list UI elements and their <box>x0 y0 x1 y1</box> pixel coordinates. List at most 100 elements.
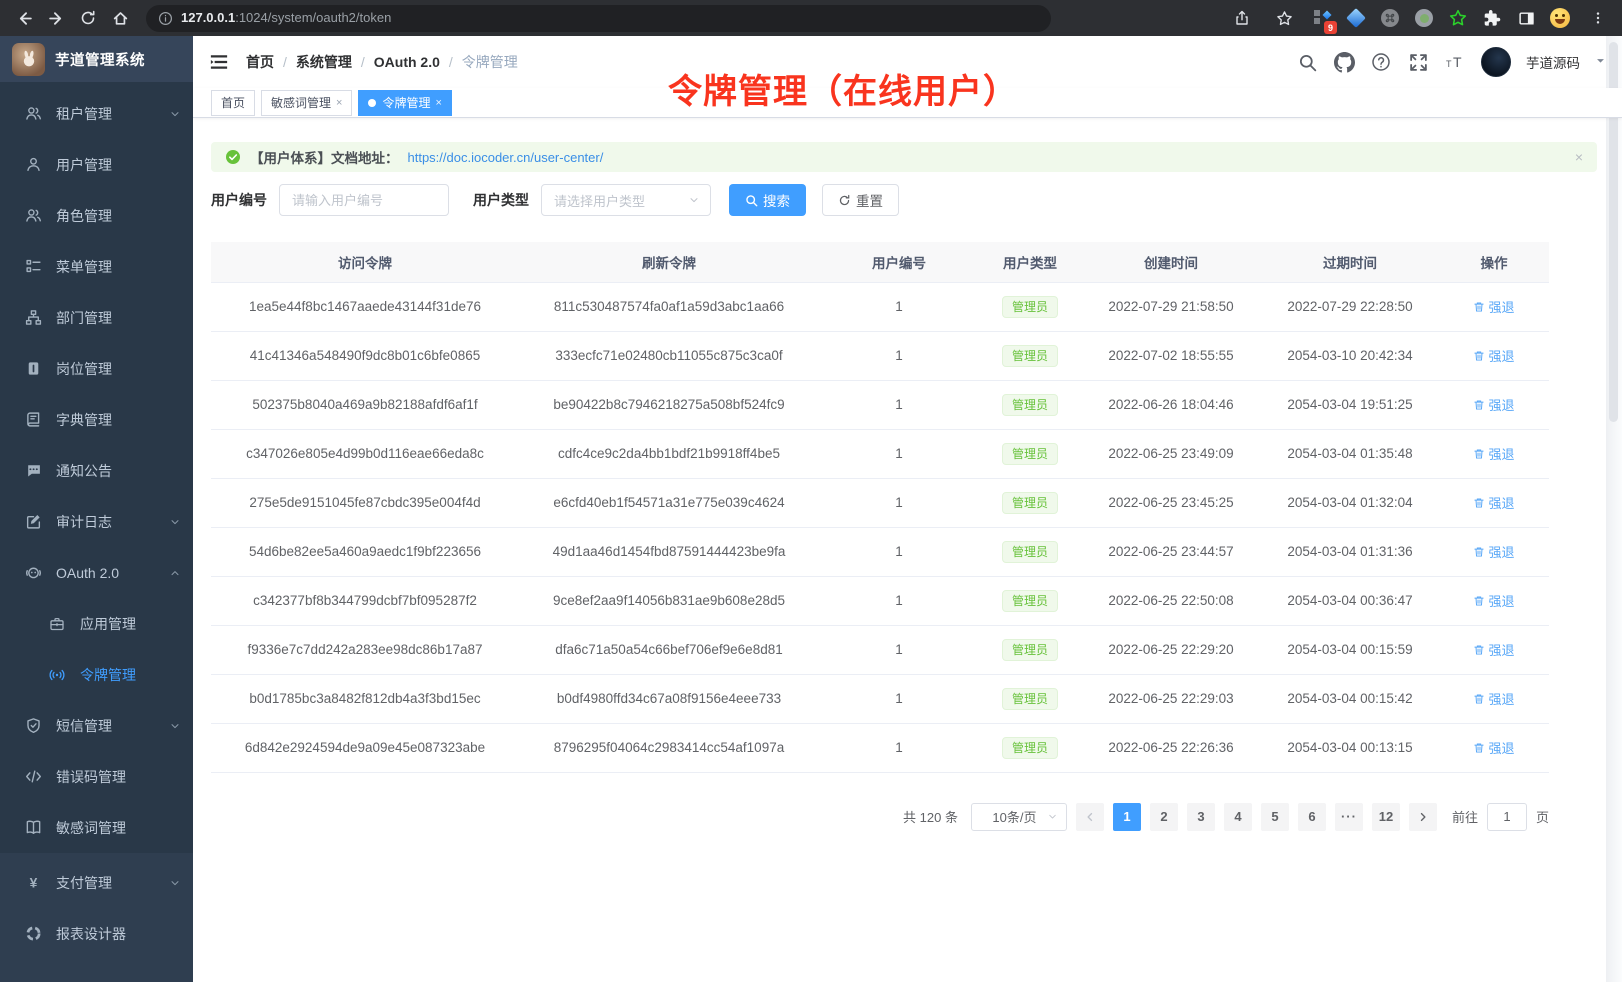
sidebar-item-user[interactable]: 用户管理 <box>0 139 193 190</box>
role-icon <box>24 207 42 225</box>
page-scrollbar[interactable] <box>1606 36 1622 982</box>
doc-link[interactable]: https://doc.iocoder.cn/user-center/ <box>408 150 604 165</box>
forward-icon[interactable] <box>42 4 70 32</box>
sidebar-item-post[interactable]: 岗位管理 <box>0 343 193 394</box>
side-panel-icon[interactable] <box>1516 8 1536 28</box>
user-avatar[interactable] <box>1481 47 1511 77</box>
sidebar-item-error-code[interactable]: 错误码管理 <box>0 751 193 802</box>
prev-page-button[interactable] <box>1076 803 1104 831</box>
sidebar-item-sensitive-word[interactable]: 敏感词管理 <box>0 802 193 853</box>
breadcrumb: 首页 / 系统管理 / OAuth 2.0 / 令牌管理 <box>246 52 518 72</box>
page-button-1[interactable]: 1 <box>1113 803 1141 831</box>
reload-icon[interactable] <box>74 4 102 32</box>
reset-button[interactable]: 重置 <box>822 184 899 216</box>
user-type-tag: 管理员 <box>1002 541 1058 563</box>
page-button-3[interactable]: 3 <box>1187 803 1215 831</box>
search-button[interactable]: 搜索 <box>729 184 806 216</box>
announcement-icon <box>24 462 42 480</box>
col-refresh-token: 刷新令牌 <box>519 242 819 282</box>
user-type-tag: 管理员 <box>1002 639 1058 661</box>
page-button-2[interactable]: 2 <box>1150 803 1178 831</box>
sidebar-item-menu[interactable]: 菜单管理 <box>0 241 193 292</box>
user-id-input[interactable] <box>279 184 449 216</box>
breadcrumb-home[interactable]: 首页 <box>246 52 274 72</box>
force-logout-button[interactable]: 强退 <box>1473 444 1514 463</box>
user-type-tag: 管理员 <box>1002 394 1058 416</box>
tab-sensitive-word[interactable]: 敏感词管理× <box>261 90 352 116</box>
app-logo[interactable]: 芋道管理系统 <box>0 36 193 82</box>
back-icon[interactable] <box>10 4 38 32</box>
sidebar-item-department[interactable]: 部门管理 <box>0 292 193 343</box>
github-icon[interactable] <box>1333 51 1355 73</box>
page-size-select[interactable]: 10条/页 <box>971 803 1067 831</box>
tab-token[interactable]: 令牌管理× <box>358 90 451 116</box>
force-logout-button[interactable]: 强退 <box>1473 689 1514 708</box>
sidebar-item-oauth-app[interactable]: 应用管理 <box>0 598 193 649</box>
chevron-down-icon <box>169 108 181 120</box>
fullscreen-icon[interactable] <box>1407 51 1429 73</box>
dictionary-icon <box>24 411 42 429</box>
breadcrumb-system[interactable]: 系统管理 <box>296 52 352 72</box>
sidebar-item-dictionary[interactable]: 字典管理 <box>0 394 193 445</box>
page-button-6[interactable]: 6 <box>1298 803 1326 831</box>
bookmark-star-icon[interactable] <box>1270 4 1298 32</box>
close-icon[interactable]: × <box>336 97 342 109</box>
error-code-icon <box>24 768 42 786</box>
help-icon[interactable] <box>1370 51 1392 73</box>
sidebar-item-role[interactable]: 角色管理 <box>0 190 193 241</box>
svg-text:¥: ¥ <box>29 874 37 890</box>
force-logout-button[interactable]: 强退 <box>1473 591 1514 610</box>
sidebar-item-announcement[interactable]: 通知公告 <box>0 445 193 496</box>
url-text: 127.0.0.1:1024/system/oauth2/token <box>181 9 391 27</box>
force-logout-button[interactable]: 强退 <box>1473 346 1514 365</box>
extension-gem-icon[interactable] <box>1346 8 1366 28</box>
share-icon[interactable] <box>1228 4 1256 32</box>
sidebar-item-audit-log[interactable]: 审计日志 <box>0 496 193 547</box>
extensions-puzzle-icon[interactable] <box>1482 8 1502 28</box>
table-header-row: 访问令牌 刷新令牌 用户编号 用户类型 创建时间 过期时间 操作 <box>211 242 1549 282</box>
alert-close-icon[interactable]: × <box>1575 150 1583 164</box>
page-button-5[interactable]: 5 <box>1261 803 1289 831</box>
page-button-4[interactable]: 4 <box>1224 803 1252 831</box>
force-logout-button[interactable]: 强退 <box>1473 297 1514 316</box>
table-row: 502375b8040a469a9b82188afdf6af1fbe90422b… <box>211 380 1549 429</box>
sidebar-item-sms[interactable]: 短信管理 <box>0 700 193 751</box>
browser-toolbar: 127.0.0.1:1024/system/oauth2/token 9 <box>0 0 1622 36</box>
force-logout-button[interactable]: 强退 <box>1473 640 1514 659</box>
sidebar-item-payment[interactable]: ¥ 支付管理 <box>0 857 193 908</box>
font-size-icon[interactable]: TT <box>1444 51 1466 73</box>
force-logout-button[interactable]: 强退 <box>1473 738 1514 757</box>
sidebar-item-report-designer[interactable]: 报表设计器 <box>0 908 193 959</box>
url-bar[interactable]: 127.0.0.1:1024/system/oauth2/token <box>146 5 1051 32</box>
force-logout-button[interactable]: 强退 <box>1473 493 1514 512</box>
force-logout-button[interactable]: 强退 <box>1473 395 1514 414</box>
profile-avatar-icon[interactable] <box>1550 8 1570 28</box>
extension-pixel-icon[interactable]: 9 <box>1312 8 1332 28</box>
site-info-icon[interactable] <box>158 11 173 26</box>
force-logout-button[interactable]: 强退 <box>1473 542 1514 561</box>
table-row: b0d1785bc3a8482f812db4a3f3bd15ecb0df4980… <box>211 674 1549 723</box>
browser-menu-icon[interactable] <box>1584 4 1612 32</box>
tab-home[interactable]: 首页 <box>211 90 255 116</box>
search-icon[interactable] <box>1296 51 1318 73</box>
home-icon[interactable] <box>106 4 134 32</box>
sidebar-toggle-icon[interactable] <box>208 51 230 73</box>
user-menu-caret-icon[interactable] <box>1595 55 1606 69</box>
table-row: 41c41346a548490f9dc8b01c6bfe0865333ecfc7… <box>211 331 1549 380</box>
extension-recorder-icon[interactable] <box>1414 8 1434 28</box>
next-page-button[interactable] <box>1409 803 1437 831</box>
sidebar-item-tenant[interactable]: 租户管理 <box>0 88 193 139</box>
goto-page-input[interactable] <box>1487 803 1527 831</box>
more-pages-button[interactable]: ··· <box>1335 803 1363 831</box>
breadcrumb-oauth[interactable]: OAuth 2.0 <box>374 54 440 70</box>
close-icon[interactable]: × <box>435 97 441 109</box>
doc-alert: 【用户体系】文档地址： https://doc.iocoder.cn/user-… <box>211 142 1597 172</box>
token-icon <box>48 666 66 684</box>
page-button-12[interactable]: 12 <box>1372 803 1400 831</box>
extension-star-icon[interactable] <box>1448 8 1468 28</box>
breadcrumb-current: 令牌管理 <box>462 52 518 72</box>
extension-command-icon[interactable] <box>1380 8 1400 28</box>
sidebar-item-oauth[interactable]: OAuth 2.0 <box>0 547 193 598</box>
sidebar-item-oauth-token[interactable]: 令牌管理 <box>0 649 193 700</box>
user-type-select[interactable]: 请选择用户类型 <box>541 184 711 216</box>
